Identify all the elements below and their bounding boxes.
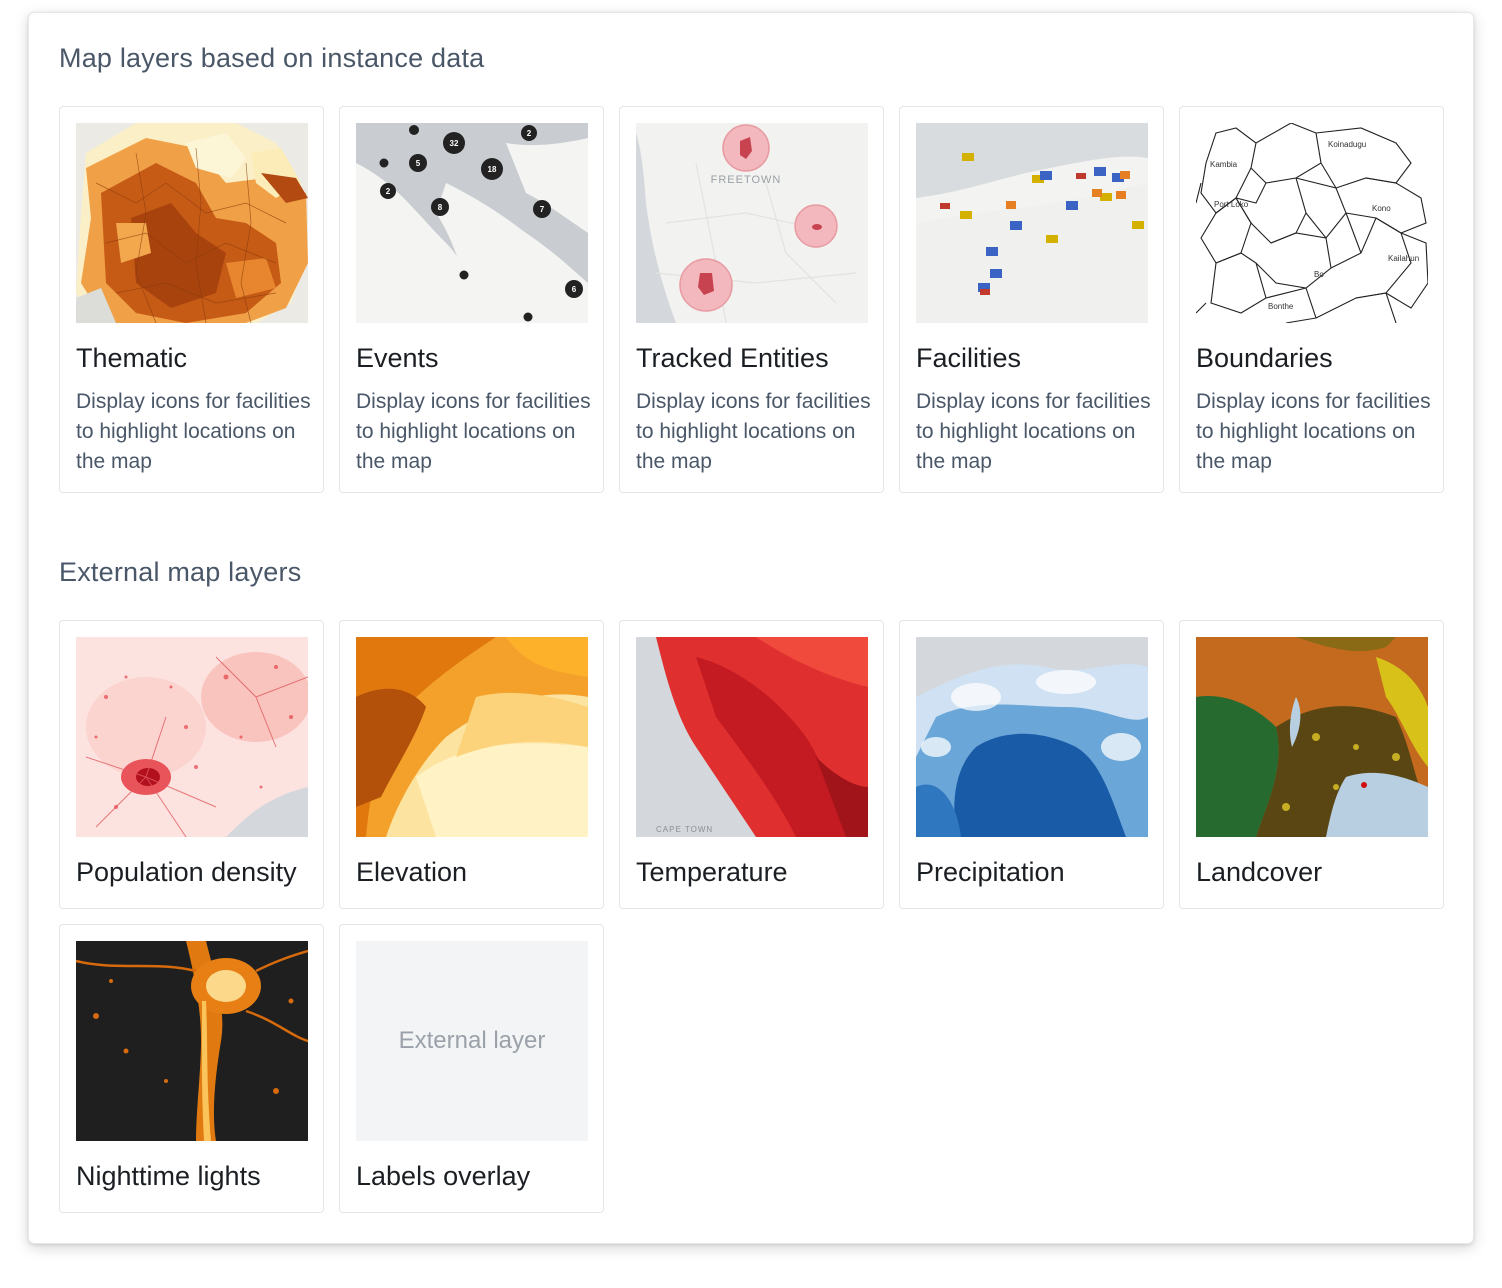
card-title: Events [356,343,439,373]
cluster-label: 32 [450,139,459,148]
region-label: Kambia [1210,160,1238,169]
layer-card-elevation[interactable]: Elevation [339,620,604,909]
layer-card-tracked-entities[interactable]: FREETOWN Tracked Entities Display icons … [619,106,884,493]
population-density-thumbnail [76,637,308,837]
card-title: Landcover [1196,857,1323,887]
card-title: Nighttime lights [76,1161,261,1191]
card-description: Display icons for facilities to highligh… [916,390,1151,473]
region-label: Kailahun [1388,254,1419,263]
layer-card-boundaries[interactable]: Kambia Koinadugu Port Loko Kono Bo Kaila… [1179,106,1444,493]
card-title: Precipitation [916,857,1065,887]
cluster-label: 2 [386,187,391,196]
region-label: Port Loko [1214,200,1249,209]
map-city-label: CAPE TOWN [656,825,713,834]
region-label: Kono [1372,204,1391,213]
card-title: Labels overlay [356,1161,531,1191]
card-title: Population density [76,857,297,887]
layer-card-landcover[interactable]: Landcover [1179,620,1444,909]
card-title: Boundaries [1196,343,1333,373]
tracked-entities-thumbnail: FREETOWN [636,123,868,323]
section-title-instance: Map layers based on instance data [59,43,485,73]
card-title: Elevation [356,857,468,887]
card-title: Thematic [76,343,188,373]
layer-card-precipitation[interactable]: Precipitation [899,620,1164,909]
card-description: Display icons for facilities to highligh… [76,390,311,473]
cluster-label: 8 [438,203,443,212]
card-title: Temperature [636,857,788,887]
boundaries-thumbnail: Kambia Koinadugu Port Loko Kono Bo Kaila… [1196,123,1428,323]
layer-card-temperature[interactable]: CAPE TOWN Temperature [619,620,884,909]
map-layers-panel: Map layers based on instance data Themat… [28,12,1474,1244]
temperature-thumbnail: CAPE TOWN [636,637,868,837]
layer-card-events[interactable]: 32 18 5 2 7 6 8 2 Events Display icons f… [339,106,604,493]
section-title-external: External map layers [59,557,302,587]
precipitation-thumbnail [916,637,1148,837]
nighttime-lights-thumbnail [76,941,308,1141]
card-title: Facilities [916,343,1022,373]
card-title: Tracked Entities [636,343,829,373]
events-thumbnail: 32 18 5 2 7 6 8 2 [356,123,588,323]
cluster-label: 18 [488,165,497,174]
landcover-thumbnail [1196,637,1428,837]
layer-card-thematic[interactable]: Thematic Display icons for facilities to… [59,106,324,493]
layer-card-labels-overlay[interactable]: External layer Labels overlay [339,924,604,1213]
external-layer-placeholder: External layer [398,1027,546,1054]
layer-card-population-density[interactable]: Population density [59,620,324,909]
layer-card-facilities[interactable]: Facilities Display icons for facilities … [899,106,1164,493]
card-description: Display icons for facilities to highligh… [356,390,591,473]
elevation-thumbnail [356,637,588,837]
card-description: Display icons for facilities to highligh… [636,390,871,473]
region-label: Koinadugu [1328,140,1366,149]
cluster-label: 6 [572,285,577,294]
region-label: Bonthe [1268,302,1294,311]
cluster-label: 7 [540,205,545,214]
layer-card-nighttime-lights[interactable]: Nighttime lights [59,924,324,1213]
card-description: Display icons for facilities to highligh… [1196,390,1431,473]
thematic-thumbnail [76,123,308,323]
cluster-label: 2 [527,129,532,138]
cluster-label: 5 [416,159,421,168]
labels-overlay-thumbnail: External layer [356,941,588,1141]
region-label: Bo [1314,270,1324,279]
facilities-thumbnail [916,123,1148,323]
map-city-label: FREETOWN [711,174,782,186]
